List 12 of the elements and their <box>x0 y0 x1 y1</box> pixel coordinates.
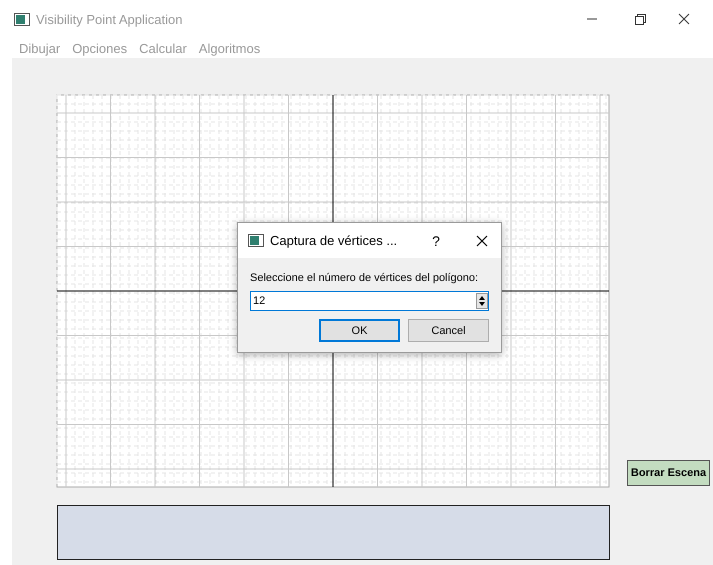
app-icon <box>248 234 264 247</box>
dialog-title: Captura de vértices ... <box>270 233 398 248</box>
cancel-button[interactable]: Cancel <box>408 319 489 342</box>
spin-arrows-icon[interactable] <box>476 293 488 309</box>
help-button[interactable]: ? <box>416 232 456 248</box>
spin-box[interactable]: 12 <box>250 291 489 311</box>
close-icon[interactable] <box>476 234 488 246</box>
prompt-label: Seleccione el número de vértices del polígono: <box>250 271 478 285</box>
window-title: Visibility Point Application <box>36 12 182 26</box>
app-icon <box>14 12 30 26</box>
clear-scene-button[interactable]: Borrar Escena <box>627 460 710 486</box>
ok-button[interactable]: OK <box>319 319 400 342</box>
